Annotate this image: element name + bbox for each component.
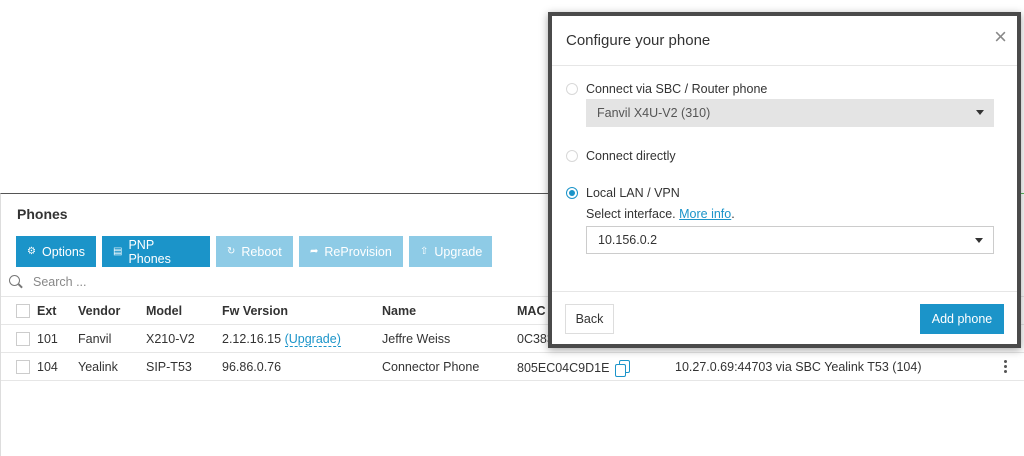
sbc-phone-select-value: Fanvil X4U-V2 (310) (597, 106, 711, 120)
radio-local-lan-vpn[interactable] (566, 187, 578, 199)
toolbar: ⚙ Options ▤ PNP Phones ↻ Reboot ➦ ReProv… (16, 236, 492, 267)
interface-select[interactable]: 10.156.0.2 (586, 226, 994, 254)
interface-hint: Select interface. More info. (586, 207, 735, 221)
column-header[interactable]: Ext (37, 304, 56, 318)
cell-status: 10.27.0.69:44703 via SBC Yealink T53 (10… (675, 360, 922, 374)
chevron-down-icon (976, 110, 984, 115)
radio-label-connect-directly[interactable]: Connect directly (586, 149, 676, 163)
reprovision-button[interactable]: ➦ ReProvision (299, 236, 403, 267)
column-header[interactable]: Fw Version (222, 304, 288, 318)
cell-model: X210-V2 (146, 332, 195, 346)
upgrade-button[interactable]: ⇧ Upgrade (409, 236, 492, 267)
add-phone-button[interactable]: Add phone (920, 304, 1004, 334)
copy-icon[interactable] (614, 360, 631, 377)
configure-phone-dialog: Configure your phone × Connect via SBC /… (548, 12, 1021, 348)
reprovision-label: ReProvision (324, 244, 392, 259)
column-header[interactable]: Model (146, 304, 182, 318)
options-label: Options (41, 244, 86, 259)
interface-hint-text: Select interface. (586, 207, 676, 221)
upgrade-label: Upgrade (434, 244, 483, 259)
cell-mac: 805EC04C9D1E (517, 360, 631, 377)
cell-name: Connector Phone (382, 360, 480, 374)
chevron-down-icon (975, 238, 983, 243)
dialog-title: Configure your phone (566, 32, 711, 49)
dialog-header: Configure your phone × (552, 16, 1017, 66)
search-input[interactable] (33, 275, 333, 289)
refresh-icon: ↻ (227, 246, 236, 257)
radio-label-sbc-router[interactable]: Connect via SBC / Router phone (586, 82, 767, 96)
radio-label-local-lan-vpn[interactable]: Local LAN / VPN (586, 186, 680, 200)
select-all-checkbox[interactable] (16, 304, 30, 318)
list-icon: ▤ (113, 246, 123, 257)
cell-fw-version: 96.86.0.76 (222, 360, 282, 374)
fw-version-text: 2.12.16.15 (222, 332, 282, 346)
upgrade-link[interactable]: (Upgrade) (284, 332, 341, 347)
row-checkbox[interactable] (16, 360, 30, 374)
cell-vendor: Fanvil (78, 332, 112, 346)
reboot-button[interactable]: ↻ Reboot (216, 236, 293, 267)
cell-ext: 104 (37, 360, 58, 374)
interface-select-value: 10.156.0.2 (598, 233, 658, 247)
table-row[interactable]: 104 Yealink SIP-T53 96.86.0.76 Connector… (1, 353, 1024, 381)
gear-icon: ⚙ (27, 246, 36, 257)
share-icon: ➦ (310, 246, 319, 257)
dialog-body: Connect via SBC / Router phone Fanvil X4… (552, 66, 1017, 292)
cell-name: Jeffre Weiss (382, 332, 451, 346)
pnp-phones-button[interactable]: ▤ PNP Phones (102, 236, 210, 267)
interface-hint-suffix: . (731, 207, 735, 221)
column-header[interactable]: Name (382, 304, 416, 318)
upload-icon: ⇧ (420, 246, 429, 257)
cell-model: SIP-T53 (146, 360, 192, 374)
more-info-link[interactable]: More info (679, 207, 731, 221)
more-options-icon[interactable] (1001, 358, 1009, 376)
search-icon (9, 275, 23, 289)
page: Phones ⚙ Options ▤ PNP Phones ↻ Reboot ➦… (0, 0, 1024, 456)
cell-vendor: Yealink (78, 360, 118, 374)
close-icon[interactable]: × (994, 26, 1007, 48)
page-title: Phones (17, 206, 68, 222)
radio-sbc-router[interactable] (566, 83, 578, 95)
radio-connect-directly[interactable] (566, 150, 578, 162)
sbc-phone-select: Fanvil X4U-V2 (310) (586, 99, 994, 127)
mac-text: 805EC04C9D1E (517, 361, 610, 375)
back-button[interactable]: Back (565, 304, 614, 334)
column-header[interactable]: MAC (517, 304, 545, 318)
options-button[interactable]: ⚙ Options (16, 236, 96, 267)
column-header[interactable]: Vendor (78, 304, 120, 318)
cell-fw-version: 2.12.16.15 (Upgrade) (222, 332, 341, 347)
pnp-label: PNP Phones (128, 237, 171, 266)
dialog-footer: Back Add phone (552, 292, 1017, 348)
cell-ext: 101 (37, 332, 58, 346)
row-checkbox[interactable] (16, 332, 30, 346)
reboot-label: Reboot (241, 244, 282, 259)
